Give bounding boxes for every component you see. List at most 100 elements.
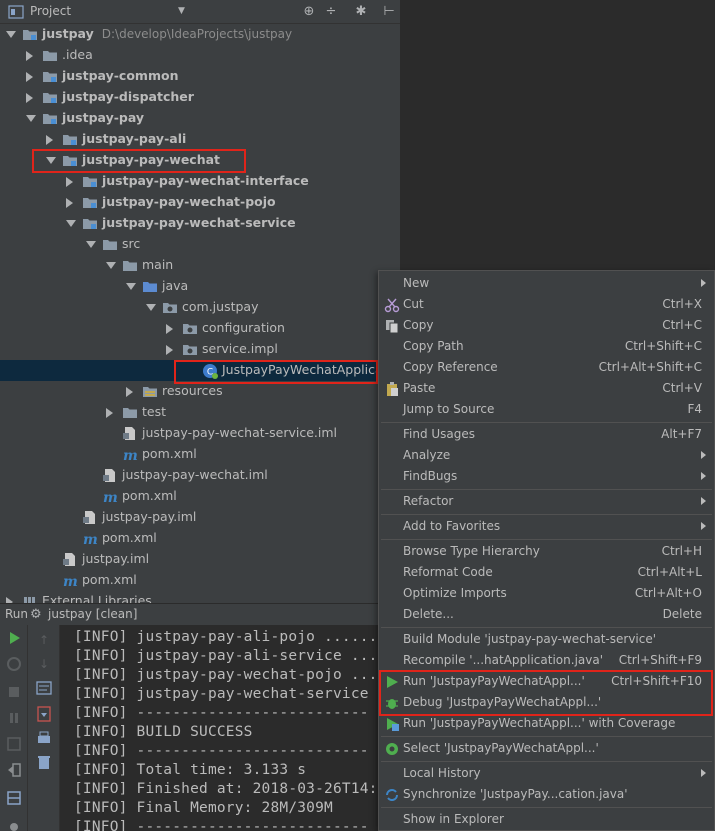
chevron-right-icon[interactable] (106, 408, 113, 418)
scroll-to-end-icon[interactable] (35, 705, 53, 723)
tree-node[interactable]: justpay-pay-wechat-service (0, 213, 400, 234)
chevron-down-icon[interactable] (126, 283, 136, 290)
menu-item[interactable]: Cut Ctrl+X (379, 294, 714, 315)
menu-item[interactable]: Optimize Imports Ctrl+Alt+O (379, 583, 714, 604)
menu-item[interactable]: Show in Explorer (379, 809, 714, 830)
exit-icon[interactable] (5, 761, 23, 779)
collapse-all-icon[interactable]: ÷ (322, 3, 340, 21)
chevron-down-icon[interactable] (86, 241, 96, 248)
menu-item[interactable]: Refactor (379, 491, 714, 512)
run-config-tab[interactable]: justpay [clean] (48, 607, 137, 621)
chevron-right-icon[interactable] (166, 345, 173, 355)
project-title[interactable]: Project (30, 4, 71, 18)
menu-item[interactable]: Browse Type Hierarchy Ctrl+H (379, 541, 714, 562)
gear-icon[interactable]: ✱ (352, 3, 370, 21)
menu-item[interactable]: Build Module 'justpay-pay-wechat-service… (379, 629, 714, 650)
chevron-down-icon[interactable]: ▼ (178, 6, 185, 16)
menu-item[interactable]: Copy Reference Ctrl+Alt+Shift+C (379, 357, 714, 378)
tree-node[interactable]: m pom.xml (0, 486, 400, 507)
pause-icon[interactable] (5, 709, 23, 727)
tree-node[interactable]: m pom.xml (0, 570, 400, 591)
tree-node[interactable]: m pom.xml (0, 444, 400, 465)
hide-panel-icon[interactable]: ⊢ (380, 3, 398, 21)
menu-item[interactable]: Run 'JustpayPayWechatAppl...' Ctrl+Shift+… (379, 671, 714, 692)
tree-node[interactable]: java (0, 276, 400, 297)
chevron-down-icon[interactable] (146, 304, 156, 311)
menu-item[interactable]: Synchronize 'JustpayPay...cation.java' (379, 784, 714, 805)
menu-item[interactable]: Reformat Code Ctrl+Alt+L (379, 562, 714, 583)
menu-item[interactable]: Select 'JustpayPayWechatAppl...' (379, 738, 714, 759)
chevron-down-icon[interactable] (26, 115, 36, 122)
menu-item[interactable]: Paste Ctrl+V (379, 378, 714, 399)
pause-output-icon[interactable] (5, 655, 23, 673)
chevron-right-icon[interactable] (26, 72, 33, 82)
chevron-right-icon[interactable] (66, 198, 73, 208)
tree-node[interactable]: .idea (0, 45, 400, 66)
menu-item[interactable]: Local History (379, 763, 714, 784)
chevron-right-icon[interactable] (46, 135, 53, 145)
chevron-right-icon[interactable] (126, 387, 133, 397)
tree-node[interactable]: justpay-pay-wechat-interface (0, 171, 400, 192)
tree-node[interactable]: resources (0, 381, 400, 402)
tree-node[interactable]: m pom.xml (0, 528, 400, 549)
chevron-down-icon[interactable] (46, 157, 56, 164)
layout-icon[interactable] (5, 789, 23, 807)
menu-item[interactable]: FindBugs (379, 466, 714, 487)
tree-node[interactable]: justpay D:\develop\IdeaProjects\justpay (0, 24, 400, 45)
chevron-down-icon[interactable] (66, 220, 76, 227)
tree-node[interactable]: src (0, 234, 400, 255)
tree-node[interactable]: justpay-pay.iml (0, 507, 400, 528)
chevron-right-icon[interactable] (26, 93, 33, 103)
scroll-from-source-icon[interactable]: ⊕ (300, 3, 318, 21)
console-line: [INFO] -------------------------- (74, 743, 369, 759)
menu-item[interactable]: Delete... Delete (379, 604, 714, 625)
pin-icon[interactable] (5, 815, 23, 831)
tree-node[interactable]: justpay-pay-wechat (0, 150, 400, 171)
menu-item[interactable]: Copy Ctrl+C (379, 315, 714, 336)
menu-item[interactable]: Analyze (379, 445, 714, 466)
tree-node-label: JustpayPayWechatApplication (222, 362, 400, 377)
package-icon (162, 300, 178, 315)
tree-node[interactable]: justpay-pay-wechat.iml (0, 465, 400, 486)
tree-node-label: service.impl (202, 341, 278, 356)
tree-node[interactable]: justpay-common (0, 66, 400, 87)
menu-item[interactable]: New (379, 273, 714, 294)
chevron-down-icon[interactable] (6, 31, 16, 38)
tree-node[interactable]: justpay-pay-wechat-service.iml (0, 423, 400, 444)
tree-node[interactable]: External Libraries (0, 591, 400, 603)
tree-node[interactable]: justpay.iml (0, 549, 400, 570)
menu-item[interactable]: Jump to Source F4 (379, 399, 714, 420)
chevron-right-icon[interactable] (26, 51, 33, 61)
chevron-down-icon[interactable] (106, 262, 116, 269)
tree-node[interactable]: com.justpay (0, 297, 400, 318)
stop-icon[interactable] (5, 683, 23, 701)
chevron-right-icon[interactable] (166, 324, 173, 334)
print-icon[interactable] (35, 729, 53, 747)
tree-node[interactable]: configuration (0, 318, 400, 339)
tree-node[interactable]: justpay-dispatcher (0, 87, 400, 108)
menu-item[interactable]: Add to Favorites (379, 516, 714, 537)
svg-text:m: m (123, 448, 138, 462)
rerun-icon[interactable] (5, 629, 23, 647)
menu-item[interactable]: Copy Path Ctrl+Shift+C (379, 336, 714, 357)
menu-item[interactable]: Find Usages Alt+F7 (379, 424, 714, 445)
tree-node[interactable]: main (0, 255, 400, 276)
up-arrow-icon[interactable]: ↑ (35, 631, 53, 649)
tree-node[interactable]: service.impl (0, 339, 400, 360)
chevron-right-icon[interactable] (66, 177, 73, 187)
down-arrow-icon[interactable]: ↓ (35, 655, 53, 673)
tree-node[interactable]: justpay-pay-ali (0, 129, 400, 150)
tree-node[interactable]: test (0, 402, 400, 423)
menu-item[interactable]: Recompile '...hatApplication.java' Ctrl+S… (379, 650, 714, 671)
menu-item-shortcut: Ctrl+V (662, 381, 702, 395)
dump-threads-icon[interactable] (5, 735, 23, 753)
console-line: [INFO] -------------------------- (74, 819, 369, 831)
menu-item[interactable]: Debug 'JustpayPayWechatAppl...' (379, 692, 714, 713)
menu-item[interactable]: Run 'JustpayPayWechatAppl...' with Cover… (379, 713, 714, 734)
iml-file-icon (62, 552, 78, 567)
tree-node[interactable]: C JustpayPayWechatApplication (0, 360, 400, 381)
tree-node[interactable]: justpay-pay (0, 108, 400, 129)
trash-icon[interactable] (35, 753, 53, 771)
soft-wrap-icon[interactable] (35, 679, 53, 697)
tree-node[interactable]: justpay-pay-wechat-pojo (0, 192, 400, 213)
